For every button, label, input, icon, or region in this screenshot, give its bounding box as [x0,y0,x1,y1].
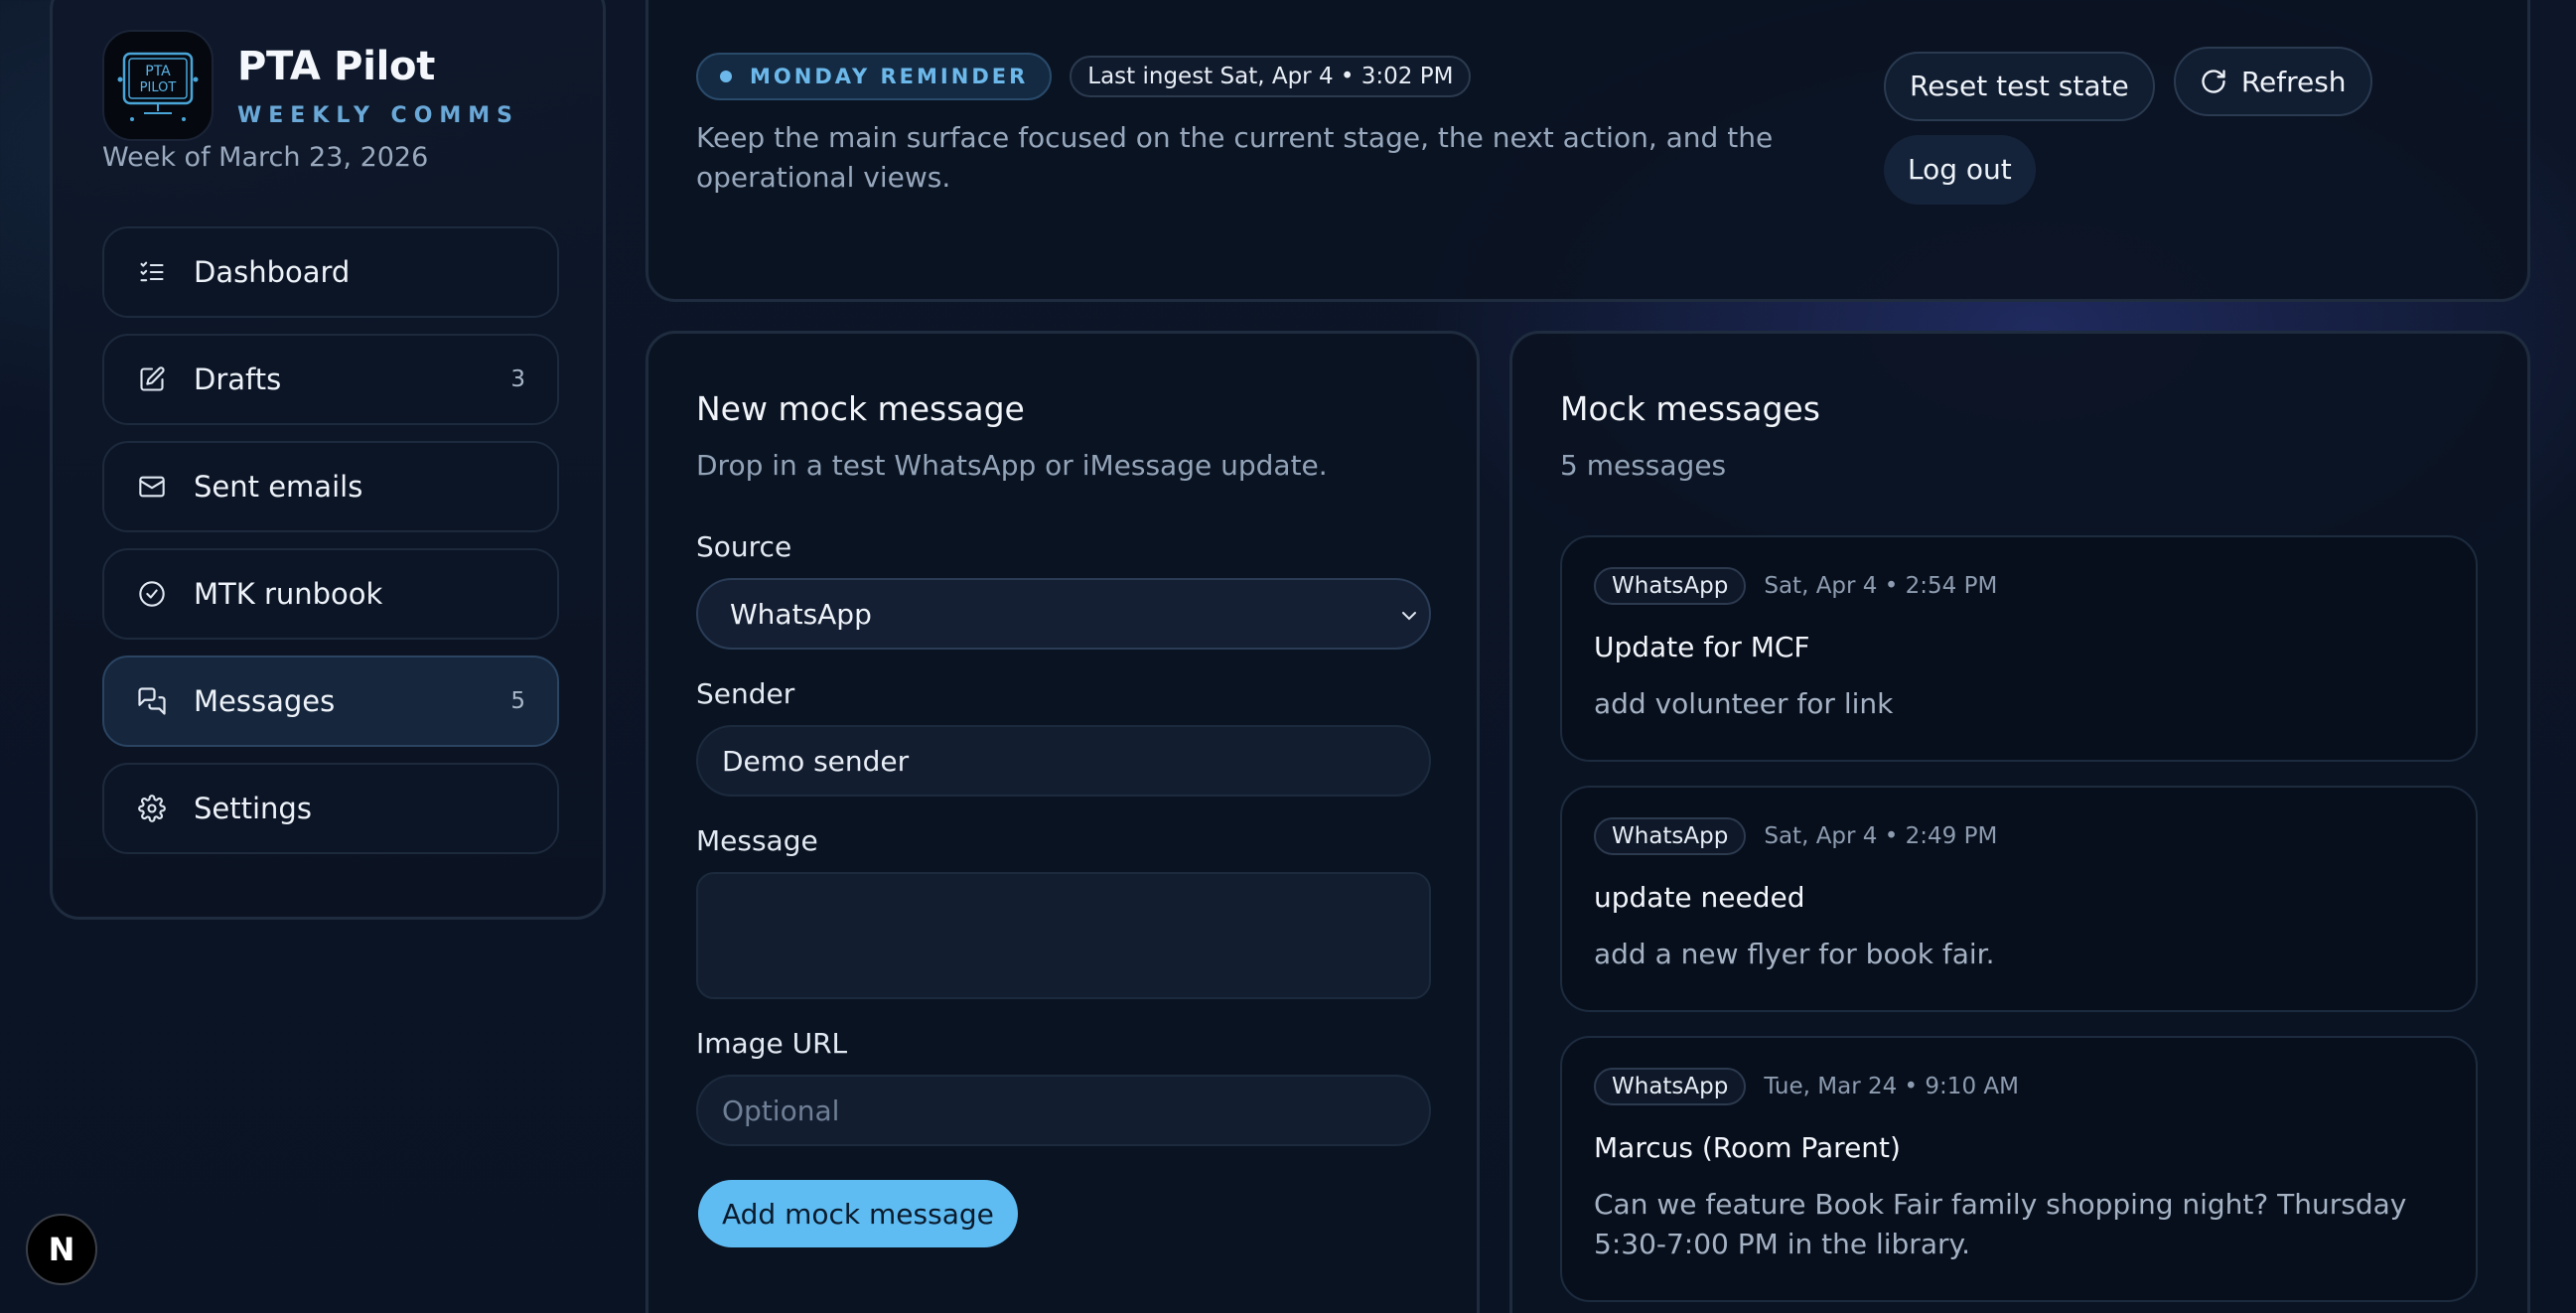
gear-icon [136,793,168,824]
source-badge: WhatsApp [1594,1068,1747,1105]
message-title: Update for MCF [1594,631,1810,663]
source-badge: WhatsApp [1594,817,1747,855]
new-message-card: New mock message Drop in a test WhatsApp… [645,331,1480,1313]
sidebar-item-settings[interactable]: Settings [102,763,559,854]
refresh-label: Refresh [2240,65,2347,98]
list-item[interactable]: WhatsApp Sat, Apr 4 • 2:54 PM Update for… [1560,535,2478,762]
message-body: add a new flyer for book fair. [1594,938,1995,970]
message-time: Sat, Apr 4 • 2:54 PM [1764,573,1998,599]
add-mock-message-label: Add mock message [722,1197,994,1231]
chat-bubbles-icon [136,685,168,717]
sidebar-item-label: MTK runbook [194,577,383,611]
refresh-icon [2200,68,2227,95]
sidebar-item-label: Drafts [194,363,282,396]
reminder-pill-label: MONDAY REMINDER [750,65,1029,88]
sidebar-item-mtk-runbook[interactable]: MTK runbook [102,548,559,640]
list-item[interactable]: WhatsApp Sat, Apr 4 • 2:49 PM update nee… [1560,786,2478,1012]
refresh-button[interactable]: Refresh [2173,47,2372,116]
reset-test-state-button[interactable]: Reset test state [1884,51,2155,121]
header-description: Keep the main surface focused on the cur… [696,121,1774,194]
check-circle-icon [136,578,168,610]
sender-label: Sender [696,677,795,710]
image-url-input[interactable]: Optional [696,1075,1431,1146]
source-badge: WhatsApp [1594,567,1747,605]
sender-value: Demo sender [722,744,910,778]
app-subtitle: WEEKLY COMMS [237,102,520,128]
reset-label: Reset test state [1910,70,2129,102]
form-subtitle: Drop in a test WhatsApp or iMessage upda… [696,449,1328,482]
sender-input[interactable]: Demo sender [696,725,1431,797]
drafts-count-badge: 3 [510,366,525,392]
sidebar-item-messages[interactable]: Messages 5 [102,656,559,747]
image-url-label: Image URL [696,1027,848,1060]
sidebar: PTA PILOT PTA Pilot WEEKLY COMMS Week of… [50,0,606,920]
app-logo: PTA PILOT [102,30,214,141]
source-select[interactable]: WhatsApp [696,578,1431,650]
messages-count-badge: 5 [510,688,525,714]
message-time: Tue, Mar 24 • 9:10 AM [1764,1074,2019,1099]
app-name: PTA Pilot [237,43,436,89]
message-label: Message [696,824,818,857]
edit-icon [136,364,168,395]
sidebar-item-sent-emails[interactable]: Sent emails [102,441,559,532]
mock-messages-card: Mock messages 5 messages WhatsApp Sat, A… [1509,331,2530,1313]
mail-icon [136,471,168,503]
message-time: Sat, Apr 4 • 2:49 PM [1764,823,1998,849]
last-ingest-pill: Last ingest Sat, Apr 4 • 3:02 PM [1070,56,1472,97]
sidebar-item-drafts[interactable]: Drafts 3 [102,334,559,425]
week-label: Week of March 23, 2026 [102,142,429,173]
sidebar-item-dashboard[interactable]: Dashboard [102,226,559,318]
header-actions: Reset test state Refresh Log out [1884,47,2400,205]
log-out-button[interactable]: Log out [1884,134,2036,205]
sidebar-item-label: Settings [194,792,312,825]
messages-title: Mock messages [1560,389,1820,428]
add-mock-message-button[interactable]: Add mock message [698,1180,1018,1247]
source-label: Source [696,530,792,563]
status-dot [720,71,732,82]
message-textarea[interactable] [696,872,1431,999]
reminder-status-pill: MONDAY REMINDER [696,53,1053,100]
image-url-placeholder: Optional [722,1094,840,1127]
dev-tools-badge[interactable]: N [26,1214,97,1285]
checklist-icon [136,256,168,288]
header-card: MONDAY REMINDER Last ingest Sat, Apr 4 •… [645,0,2530,302]
sidebar-item-label: Dashboard [194,255,351,289]
message-body: Can we feature Book Fair family shopping… [1594,1188,2407,1260]
log-out-label: Log out [1908,153,2012,186]
sidebar-nav: Dashboard Drafts 3 Sent emails MTK runbo… [102,226,559,870]
svg-text:PTA: PTA [145,64,171,79]
chevron-down-icon [1397,602,1421,635]
brand: PTA PILOT PTA Pilot WEEKLY COMMS [102,30,519,141]
svg-text:PILOT: PILOT [140,80,177,95]
form-title: New mock message [696,389,1025,428]
sidebar-item-label: Messages [194,684,336,718]
message-body: add volunteer for link [1594,687,1894,720]
message-title: update needed [1594,881,1805,914]
sidebar-item-label: Sent emails [194,470,363,504]
source-value: WhatsApp [730,597,872,631]
list-item[interactable]: WhatsApp Tue, Mar 24 • 9:10 AM Marcus (R… [1560,1036,2478,1302]
message-title: Marcus (Room Parent) [1594,1131,1901,1164]
messages-count: 5 messages [1560,449,1727,482]
